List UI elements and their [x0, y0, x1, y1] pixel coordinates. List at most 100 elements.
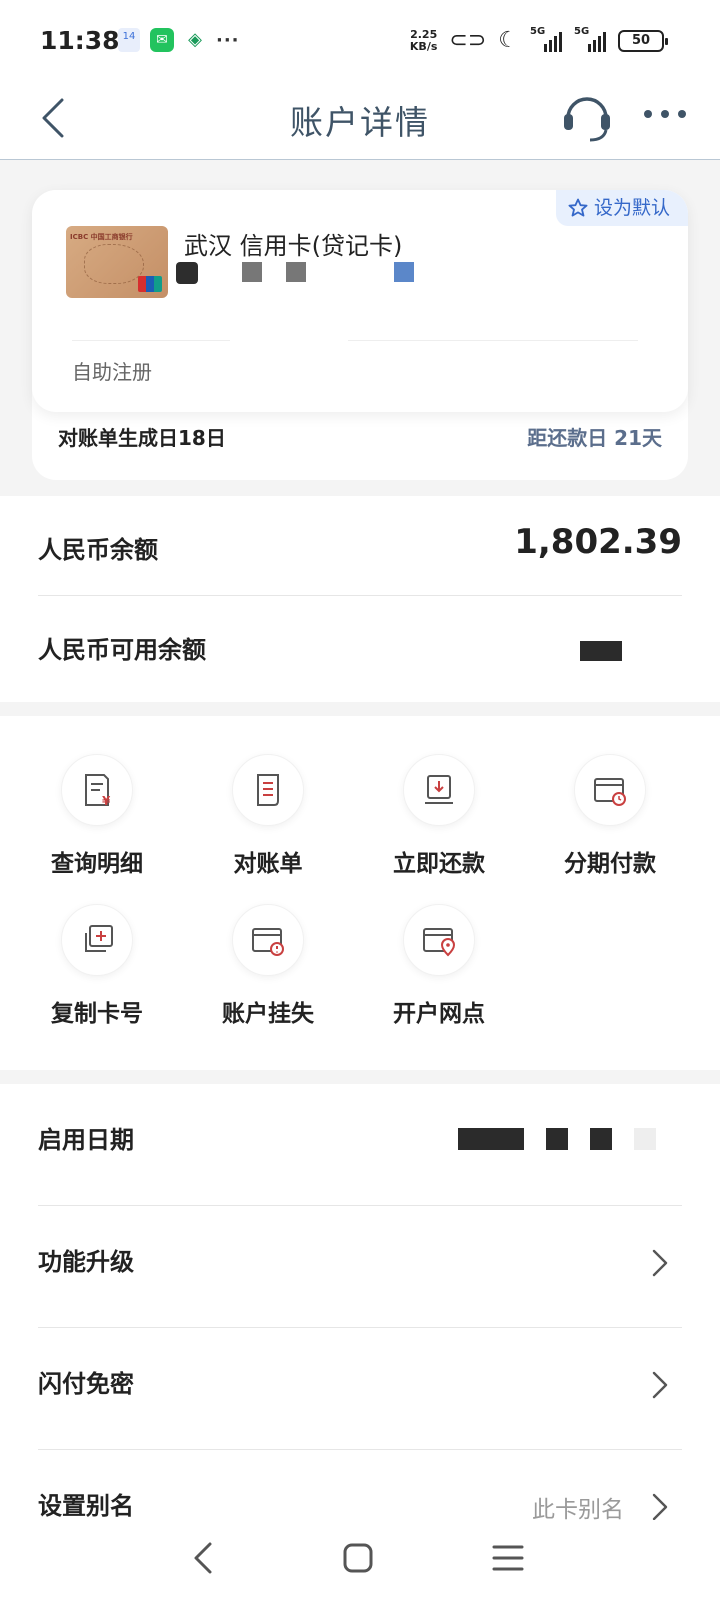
wechat-icon: ✉ — [150, 28, 174, 52]
feature-upgrade-row[interactable]: 功能升级 — [38, 1206, 682, 1328]
link-icon: ⊂⊃ — [449, 28, 487, 53]
star-icon — [568, 198, 588, 217]
network-speed-unit: KB/s — [409, 39, 438, 53]
quick-pay-row[interactable]: 闪付免密 — [38, 1328, 682, 1450]
chevron-right-icon — [652, 1249, 668, 1277]
function-label: 账户挂失 — [222, 1001, 314, 1027]
card-number-masked — [394, 262, 414, 282]
system-back-icon[interactable] — [184, 1538, 224, 1578]
activation-date-masked — [590, 1128, 612, 1150]
repayment-countdown: 距还款日 21天 — [527, 426, 662, 450]
status-notification-icons: 14 ✉ ◈ ··· — [118, 28, 240, 52]
function-label: 复制卡号 — [51, 1001, 143, 1027]
divider — [348, 340, 638, 341]
function-label: 立即还款 — [393, 851, 485, 877]
signal-1-label: 5G — [530, 25, 546, 37]
more-options-button[interactable] — [644, 104, 694, 124]
icon-circle — [403, 904, 475, 976]
icon-circle: ¥ — [61, 754, 133, 826]
card-number-masked — [176, 262, 198, 284]
dot-icon — [661, 110, 669, 118]
calendar-icon: 14 — [118, 28, 140, 52]
set-default-label: 设为默认 — [593, 197, 670, 219]
icon-circle — [574, 754, 646, 826]
network-speed: 2.25 KB/s — [409, 27, 438, 53]
card-number-masked — [242, 262, 262, 282]
card-number-masked — [286, 262, 306, 282]
chevron-right-icon — [652, 1493, 668, 1521]
set-alias-label: 设置别名 — [38, 1492, 134, 1520]
signal-1-icon: 5G — [530, 26, 562, 52]
balance-section: 人民币余额 1,802.39 人民币可用余额 — [0, 496, 720, 702]
activation-date-masked — [546, 1128, 568, 1150]
icon-circle — [232, 904, 304, 976]
activation-date-masked — [458, 1128, 524, 1150]
report-loss-button[interactable]: 账户挂失 — [193, 904, 343, 1044]
svg-text:¥: ¥ — [102, 794, 111, 808]
card-map-pattern — [84, 244, 144, 284]
rmb-balance-label: 人民币余额 — [38, 536, 158, 564]
card-image: ICBC 中国工商银行 — [66, 226, 168, 298]
set-default-button[interactable]: 设为默认 — [555, 190, 688, 226]
function-label: 开户网点 — [393, 1001, 485, 1027]
report-loss-icon — [252, 928, 284, 956]
icon-circle — [61, 904, 133, 976]
function-label: 分期付款 — [564, 851, 656, 877]
status-right-icons: 2.25 KB/s ⊂⊃ ☾ 5G 5G 50 — [409, 26, 668, 53]
repay-icon — [425, 775, 453, 804]
system-nav-bar — [0, 1520, 720, 1600]
activation-date-masked — [634, 1128, 656, 1150]
network-speed-value: 2.25 — [410, 27, 438, 41]
signal-2-label: 5G — [574, 25, 590, 37]
registration-type: 自助注册 — [72, 360, 152, 384]
dot-icon — [644, 110, 652, 118]
more-notifications-icon: ··· — [216, 29, 240, 51]
settings-list: 启用日期 功能升级 闪付免密 设置别名 此卡别名 — [0, 1084, 720, 1523]
battery-icon: 50 — [618, 29, 668, 52]
statement-icon — [257, 774, 279, 806]
customer-service-button[interactable] — [560, 90, 614, 146]
query-details-button[interactable]: ¥ 查询明细 — [22, 754, 172, 894]
statement-button[interactable]: 对账单 — [193, 754, 343, 894]
system-home-icon[interactable] — [338, 1538, 378, 1578]
detail-bill-icon: ¥ — [85, 774, 111, 808]
installment-icon — [594, 778, 626, 806]
signal-2-icon: 5G — [574, 26, 606, 52]
rmb-available-label: 人民币可用余额 — [38, 636, 206, 664]
function-grid: ¥ 查询明细 对账单 立即还款 分期付款 复制卡号 账户挂失 开户网点 — [0, 716, 720, 1070]
card-bank-logo: ICBC 中国工商银行 — [70, 233, 133, 241]
function-label: 对账单 — [233, 851, 303, 877]
branch-locator-button[interactable]: 开户网点 — [364, 904, 514, 1044]
alias-value: 此卡别名 — [532, 1497, 624, 1523]
rmb-balance-row: 人民币余额 1,802.39 — [38, 496, 682, 596]
status-bar: 11:38 14 ✉ ◈ ··· 2.25 KB/s ⊂⊃ ☾ 5G 5G 50 — [0, 0, 720, 80]
moon-icon: ☾ — [498, 28, 518, 53]
copy-card-number-button[interactable]: 复制卡号 — [22, 904, 172, 1044]
china-mobile-icon: ◈ — [188, 29, 202, 50]
dot-icon — [678, 110, 686, 118]
chevron-right-icon — [652, 1371, 668, 1399]
rmb-balance-value: 1,802.39 — [514, 522, 682, 562]
statement-day: 对账单生成日18日 — [58, 426, 226, 450]
activation-date-label: 启用日期 — [38, 1126, 134, 1154]
icon-circle — [403, 754, 475, 826]
quick-pay-label: 闪付免密 — [38, 1370, 134, 1398]
feature-upgrade-label: 功能升级 — [38, 1248, 134, 1276]
activation-date-row: 启用日期 — [38, 1084, 682, 1206]
rmb-available-row: 人民币可用余额 — [38, 596, 682, 696]
function-label: 查询明细 — [51, 851, 143, 877]
installment-button[interactable]: 分期付款 — [535, 754, 685, 894]
card-summary: 设为默认 ICBC 中国工商银行 武汉 信用卡(贷记卡) 自助注册 对账单生成日… — [32, 190, 688, 480]
unionpay-logo-icon — [138, 276, 162, 292]
icon-circle — [232, 754, 304, 826]
divider — [72, 340, 230, 341]
rmb-available-masked — [580, 641, 622, 661]
top-nav-bar: 账户详情 — [0, 80, 720, 160]
system-menu-icon[interactable] — [488, 1538, 528, 1578]
status-time: 11:38 — [40, 26, 120, 55]
card-name: 武汉 信用卡(贷记卡) — [184, 232, 403, 260]
headset-icon — [564, 97, 610, 142]
copy-card-icon — [85, 925, 113, 952]
credit-card-panel: 设为默认 ICBC 中国工商银行 武汉 信用卡(贷记卡) 自助注册 — [32, 190, 688, 412]
repay-now-button[interactable]: 立即还款 — [364, 754, 514, 894]
